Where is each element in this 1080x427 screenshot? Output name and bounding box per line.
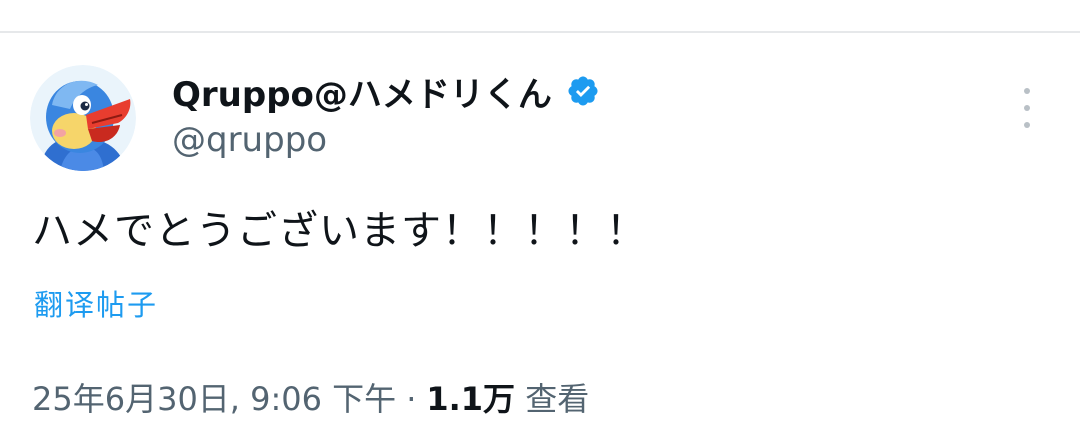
views-label: 查看 [525, 380, 590, 418]
views-count: 1.1万 [426, 380, 516, 418]
more-dot [1024, 88, 1030, 94]
top-divider [0, 31, 1080, 33]
meta-separator: · [406, 380, 417, 418]
tweet-text: ハメでとうございます！！！！！ [32, 208, 647, 254]
tweet-meta: 25年6月30日, 9:06 下午 · 1.1万 查看 [32, 374, 589, 420]
views[interactable]: 1.1万 查看 [426, 374, 589, 420]
timestamp[interactable]: 25年6月30日, 9:06 下午 [32, 374, 396, 420]
author-display-name[interactable]: Qruppo@ハメドリくん [172, 67, 552, 116]
verified-badge-icon [566, 74, 600, 108]
more-options-icon[interactable] [1016, 88, 1038, 128]
more-dot [1024, 105, 1030, 111]
more-dot [1024, 122, 1030, 128]
author-handle[interactable]: @qruppo [172, 120, 327, 160]
author-name-row[interactable]: Qruppo@ハメドリくん [172, 66, 600, 116]
bird-mascot-icon [30, 65, 136, 171]
avatar[interactable] [30, 65, 136, 171]
translate-post-link[interactable]: 翻译帖子 [34, 282, 158, 324]
